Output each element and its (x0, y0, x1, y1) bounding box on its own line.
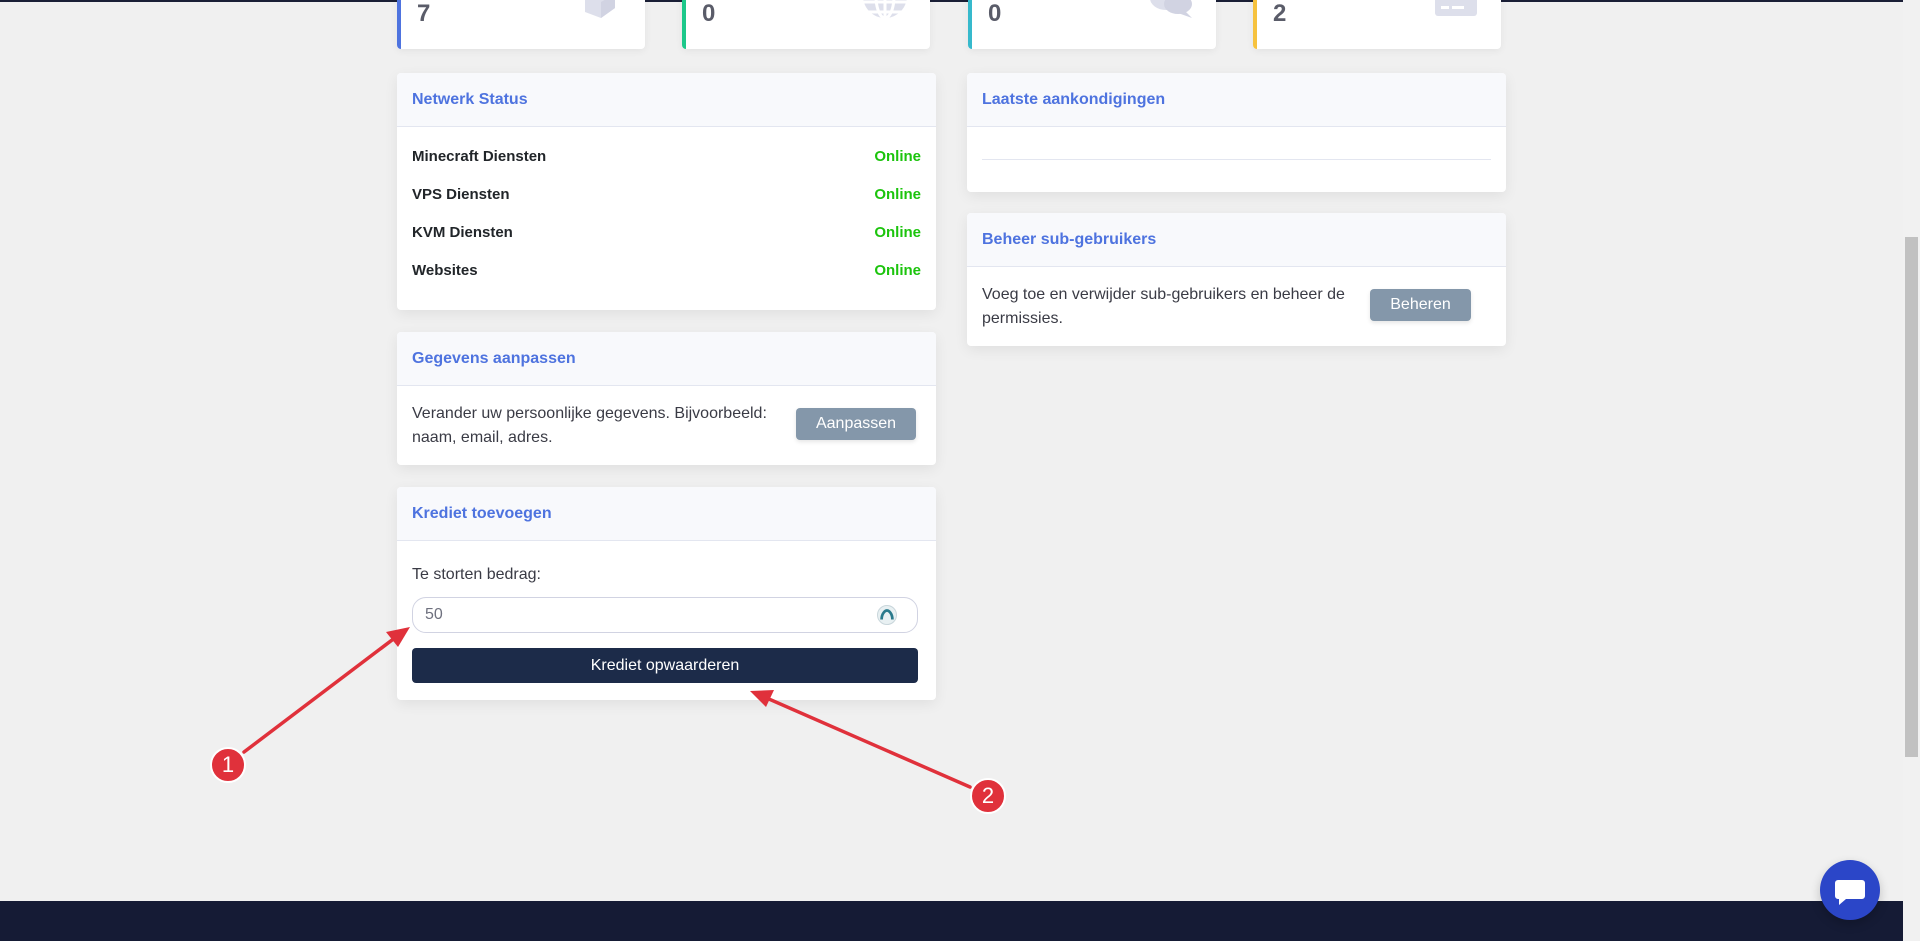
panel-title: Netwerk Status (412, 90, 528, 108)
annotation-badge-2: 2 (970, 778, 1006, 814)
status-row: VPS Diensten Online (397, 175, 936, 213)
announcements-panel: Laatste aankondigingen (967, 73, 1506, 192)
panel-title: Krediet toevoegen (412, 504, 552, 522)
stat-card-invoices[interactable]: 2 (1253, 0, 1501, 49)
announcements-divider (982, 159, 1491, 160)
panel-header: Laatste aankondigingen (967, 73, 1506, 127)
globe-icon (863, 0, 907, 20)
service-status: Online (874, 223, 921, 241)
panel-title: Beheer sub-gebruikers (982, 230, 1157, 248)
status-row: Websites Online (397, 251, 936, 289)
scrollbar-thumb[interactable] (1905, 237, 1918, 757)
network-status-panel: Netwerk Status Minecraft Diensten Online… (397, 73, 936, 310)
service-status: Online (874, 147, 921, 165)
service-name: VPS Diensten (412, 185, 510, 203)
status-list: Minecraft Diensten Online VPS Diensten O… (397, 127, 936, 289)
amount-field[interactable] (412, 597, 918, 633)
panel-header: Gegevens aanpassen (397, 332, 936, 386)
subusers-description: Voeg toe en verwijder sub-gebruikers en … (982, 286, 1345, 327)
box-icon (585, 0, 615, 18)
stat-accent-bar (968, 0, 972, 49)
service-status: Online (874, 261, 921, 279)
annotation-arrows (242, 627, 972, 789)
top-border (0, 0, 1920, 2)
edit-details-description: Verander uw persoonlijke gegevens. Bijvo… (412, 405, 767, 446)
edit-details-button[interactable]: Aanpassen (796, 408, 916, 440)
credit-card-icon (1435, 0, 1477, 16)
scrollbar-track[interactable] (1903, 0, 1920, 941)
arrow-2-line (760, 694, 972, 789)
comments-icon (1150, 0, 1192, 18)
chat-icon (1835, 880, 1865, 905)
page-footer (0, 901, 1903, 941)
stat-accent-bar (1253, 0, 1257, 49)
password-manager-icon[interactable] (877, 605, 897, 625)
stat-value: 0 (702, 0, 716, 27)
autofill-glyph-icon (880, 609, 894, 620)
amount-label: Te storten bedrag: (412, 566, 541, 583)
panel-header: Krediet toevoegen (397, 487, 936, 541)
stat-value: 0 (988, 0, 1002, 27)
service-status: Online (874, 185, 921, 203)
service-name: Minecraft Diensten (412, 147, 547, 165)
stat-card-tickets[interactable]: 0 (968, 0, 1216, 49)
status-row: KVM Diensten Online (397, 213, 936, 251)
stat-accent-bar (397, 0, 401, 49)
live-chat-button[interactable] (1820, 860, 1880, 920)
stat-accent-bar (682, 0, 686, 49)
annotation-badge-1: 1 (210, 747, 246, 783)
add-credit-panel: Krediet toevoegen Te storten bedrag: Kre… (397, 487, 936, 700)
manage-subusers-button[interactable]: Beheren (1370, 289, 1471, 321)
service-name: KVM Diensten (412, 223, 513, 241)
panel-header: Beheer sub-gebruikers (967, 213, 1506, 267)
service-name: Websites (412, 261, 478, 279)
amount-input[interactable] (425, 606, 865, 624)
status-row: Minecraft Diensten Online (397, 137, 936, 175)
panel-title: Laatste aankondigingen (982, 90, 1166, 108)
top-up-credit-button[interactable]: Krediet opwaarderen (412, 648, 918, 683)
edit-details-panel: Gegevens aanpassen Verander uw persoonli… (397, 332, 936, 465)
stat-card-domains[interactable]: 0 (682, 0, 930, 49)
subusers-panel: Beheer sub-gebruikers Voeg toe en verwij… (967, 213, 1506, 346)
arrow-1-line (242, 632, 402, 754)
panel-title: Gegevens aanpassen (412, 349, 576, 367)
stat-value: 2 (1273, 0, 1287, 27)
stat-card-services[interactable]: 7 (397, 0, 645, 49)
stat-value: 7 (417, 0, 431, 27)
panel-header: Netwerk Status (397, 73, 936, 127)
